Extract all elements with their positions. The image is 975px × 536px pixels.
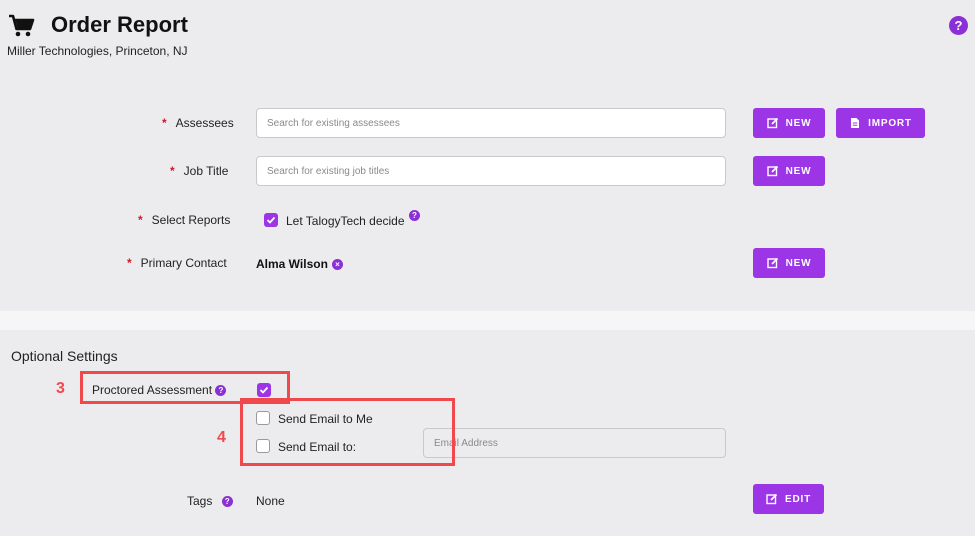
section-divider bbox=[0, 311, 975, 330]
primary-contact-label: * Primary Contact bbox=[127, 256, 227, 270]
shopping-cart-icon bbox=[9, 14, 35, 37]
edit-icon bbox=[766, 117, 778, 129]
edit-icon bbox=[766, 493, 778, 505]
document-icon bbox=[851, 118, 860, 128]
edit-icon bbox=[766, 257, 778, 269]
job-title-label: * Job Title bbox=[170, 164, 229, 178]
edit-tags-button[interactable]: EDIT bbox=[753, 484, 824, 514]
page-title: Order Report bbox=[51, 12, 188, 37]
assessees-search-input[interactable] bbox=[256, 108, 726, 138]
new-job-title-button[interactable]: NEW bbox=[753, 156, 825, 186]
tags-help-icon[interactable]: ? bbox=[221, 496, 233, 508]
job-title-search-input[interactable] bbox=[256, 156, 726, 186]
import-assessees-button[interactable]: IMPORT bbox=[836, 108, 925, 138]
select-reports-label: * Select Reports bbox=[138, 213, 231, 227]
select-reports-help-icon[interactable]: ? bbox=[409, 210, 420, 221]
assessees-label: * Assessees bbox=[162, 116, 234, 130]
checkmark-icon bbox=[266, 216, 276, 224]
annotation-box-4 bbox=[240, 398, 455, 466]
new-primary-contact-button[interactable]: NEW bbox=[753, 248, 825, 278]
edit-icon bbox=[766, 165, 778, 177]
let-talogytech-decide-label: Let TalogyTech decide bbox=[286, 214, 405, 228]
new-assessee-button[interactable]: NEW bbox=[753, 108, 825, 138]
tags-value: None bbox=[256, 494, 285, 508]
annotation-step-4: 4 bbox=[217, 429, 226, 446]
let-talogytech-decide-checkbox[interactable] bbox=[264, 213, 278, 227]
primary-contact-value: Alma Wilson × bbox=[256, 257, 343, 271]
question-circle-icon[interactable]: ? bbox=[949, 16, 968, 35]
email-address-input[interactable] bbox=[423, 428, 726, 458]
page-header: Order Report Miller Technologies, Prince… bbox=[0, 0, 975, 80]
tags-label: Tags ? bbox=[187, 494, 233, 508]
annotation-step-3: 3 bbox=[56, 380, 65, 397]
optional-settings-title: Optional Settings bbox=[11, 348, 118, 364]
organization-subtitle: Miller Technologies, Princeton, NJ bbox=[7, 44, 188, 58]
remove-contact-icon[interactable]: × bbox=[331, 259, 343, 271]
